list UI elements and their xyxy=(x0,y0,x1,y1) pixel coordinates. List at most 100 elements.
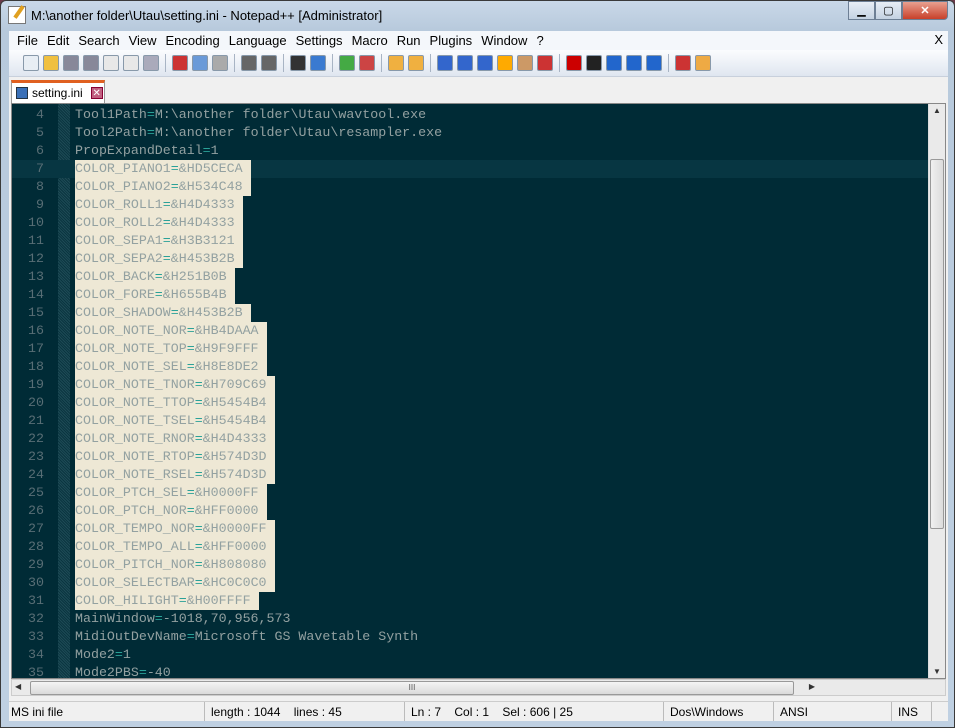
menu-bar: File Edit Search View Encoding Language Settin… xyxy=(9,31,948,50)
indent-guide-icon[interactable] xyxy=(477,55,493,71)
horizontal-scrollbar[interactable]: ◀ III ▶ xyxy=(11,679,946,696)
line-text: COLOR_PIANO2=&H534C48 xyxy=(75,178,251,196)
menu-plugins[interactable]: Plugins xyxy=(430,33,473,48)
editor-line[interactable]: 27 COLOR_TEMPO_NOR=&H0000FF xyxy=(12,520,945,538)
editor-line[interactable]: 29 COLOR_PITCH_NOR=&H808080 xyxy=(12,556,945,574)
menu-language[interactable]: Language xyxy=(229,33,287,48)
zoom-out-icon[interactable] xyxy=(359,55,375,71)
scroll-down-arrow-icon[interactable]: ▼ xyxy=(933,667,941,676)
editor-line[interactable]: 18 COLOR_NOTE_SEL=&H8E8DE2 xyxy=(12,358,945,376)
maximize-button[interactable]: ▢ xyxy=(875,1,902,20)
find-icon[interactable] xyxy=(290,55,306,71)
editor-line[interactable]: 4 Tool1Path=M:\another folder\Utau\wavtoo… xyxy=(12,106,945,124)
editor-line[interactable]: 20 COLOR_NOTE_TTOP=&H5454B4 xyxy=(12,394,945,412)
horizontal-scroll-thumb[interactable]: III xyxy=(30,681,794,695)
menu-window[interactable]: Window xyxy=(481,33,527,48)
line-text: COLOR_NOTE_SEL=&H8E8DE2 xyxy=(75,358,267,376)
play-macro-icon[interactable] xyxy=(606,55,622,71)
save-icon[interactable] xyxy=(63,55,79,71)
cut-icon[interactable] xyxy=(172,55,188,71)
scroll-right-arrow-icon[interactable]: ▶ xyxy=(809,682,815,691)
editor-line[interactable]: 24 COLOR_NOTE_RSEL=&H574D3D xyxy=(12,466,945,484)
editor-line[interactable]: 21 COLOR_NOTE_TSEL=&H5454B4 xyxy=(12,412,945,430)
menu-settings[interactable]: Settings xyxy=(296,33,343,48)
word-wrap-icon[interactable] xyxy=(437,55,453,71)
minimize-button[interactable]: ▁ xyxy=(848,1,875,20)
save-all-icon[interactable] xyxy=(83,55,99,71)
sync-horizontal-icon[interactable] xyxy=(408,55,424,71)
function-list-icon[interactable] xyxy=(537,55,553,71)
zoom-in-icon[interactable] xyxy=(339,55,355,71)
spell-check-icon[interactable] xyxy=(675,55,691,71)
paste-icon[interactable] xyxy=(212,55,228,71)
scroll-up-arrow-icon[interactable]: ▲ xyxy=(933,106,941,115)
editor-line[interactable]: 8 COLOR_PIANO2=&H534C48 xyxy=(12,178,945,196)
editor-line[interactable]: 10 COLOR_ROLL2=&H4D4333 xyxy=(12,214,945,232)
sync-vertical-icon[interactable] xyxy=(388,55,404,71)
editor-line[interactable]: 35 Mode2PBS=-40 xyxy=(12,664,945,679)
menu-macro[interactable]: Macro xyxy=(352,33,388,48)
editor-line[interactable]: 16 COLOR_NOTE_NOR=&HB4DAAA xyxy=(12,322,945,340)
user-lang-icon[interactable] xyxy=(497,55,513,71)
editor-line[interactable]: 6 PropExpandDetail=1 xyxy=(12,142,945,160)
editor-line[interactable]: 14 COLOR_FORE=&H655B4B xyxy=(12,286,945,304)
editor-line[interactable]: 17 COLOR_NOTE_TOP=&H9F9FFF xyxy=(12,340,945,358)
redo-icon[interactable] xyxy=(261,55,277,71)
menu-run[interactable]: Run xyxy=(397,33,421,48)
save-macro-icon[interactable] xyxy=(646,55,662,71)
scroll-left-arrow-icon[interactable]: ◀ xyxy=(15,682,21,691)
show-all-chars-icon[interactable] xyxy=(457,55,473,71)
equals-operator: = xyxy=(178,593,187,608)
editor-line[interactable]: 11 COLOR_SEPA1=&H3B3121 xyxy=(12,232,945,250)
run-macro-multiple-icon[interactable] xyxy=(626,55,642,71)
menu-encoding[interactable]: Encoding xyxy=(166,33,220,48)
abc-options-icon[interactable] xyxy=(695,55,711,71)
open-icon[interactable] xyxy=(43,55,59,71)
editor-line[interactable]: 25 COLOR_PTCH_SEL=&H0000FF xyxy=(12,484,945,502)
menu-search[interactable]: Search xyxy=(78,33,119,48)
close-button[interactable]: ✕ xyxy=(902,1,948,20)
tab-setting-ini[interactable]: setting.ini ✕ xyxy=(11,80,105,103)
editor-line[interactable]: 28 COLOR_TEMPO_ALL=&HFF0000 xyxy=(12,538,945,556)
close-icon[interactable] xyxy=(103,55,119,71)
ini-key: COLOR_SHADOW xyxy=(75,305,171,320)
menu-file[interactable]: File xyxy=(17,33,38,48)
undo-icon[interactable] xyxy=(241,55,257,71)
editor-line[interactable]: 23 COLOR_NOTE_RTOP=&H574D3D xyxy=(12,448,945,466)
new-file-icon[interactable] xyxy=(23,55,39,71)
editor-line[interactable]: 22 COLOR_NOTE_RNOR=&H4D4333 xyxy=(12,430,945,448)
editor-line[interactable]: 9 COLOR_ROLL1=&H4D4333 xyxy=(12,196,945,214)
editor-line[interactable]: 26 COLOR_PTCH_NOR=&HFF0000 xyxy=(12,502,945,520)
line-number: 35 xyxy=(28,665,44,679)
text-editor[interactable]: 4 Tool1Path=M:\another folder\Utau\wavtoo… xyxy=(11,103,946,679)
vertical-scroll-thumb[interactable] xyxy=(930,159,944,529)
copy-icon[interactable] xyxy=(192,55,208,71)
editor-line[interactable]: 30 COLOR_SELECTBAR=&HC0C0C0 xyxy=(12,574,945,592)
stop-record-icon[interactable] xyxy=(586,55,602,71)
editor-line[interactable]: 32 MainWindow=-1018,70,956,573 xyxy=(12,610,945,628)
menu-view[interactable]: View xyxy=(129,33,157,48)
menu-help[interactable]: ? xyxy=(536,33,543,48)
editor-line[interactable]: 15 COLOR_SHADOW=&H453B2B xyxy=(12,304,945,322)
tab-close-icon[interactable]: ✕ xyxy=(90,87,103,99)
editor-line[interactable]: 34 Mode2=1 xyxy=(12,646,945,664)
toolbar xyxy=(9,50,948,77)
replace-icon[interactable] xyxy=(310,55,326,71)
doc-map-icon[interactable] xyxy=(517,55,533,71)
editor-line[interactable]: 5 Tool2Path=M:\another folder\Utau\resamp… xyxy=(12,124,945,142)
close-all-icon[interactable] xyxy=(123,55,139,71)
editor-line[interactable]: 12 COLOR_SEPA2=&H453B2B xyxy=(12,250,945,268)
line-text: Tool2Path=M:\another folder\Utau\resampl… xyxy=(75,124,442,142)
print-icon[interactable] xyxy=(143,55,159,71)
close-document-button[interactable]: X xyxy=(934,32,943,47)
ini-value: &H0000FF xyxy=(202,521,267,536)
editor-line[interactable]: 19 COLOR_NOTE_TNOR=&H709C69 xyxy=(12,376,945,394)
record-macro-icon[interactable] xyxy=(566,55,582,71)
editor-line[interactable]: 31 COLOR_HILIGHT=&H00FFFF xyxy=(12,592,945,610)
editor-line[interactable]: 7 COLOR_PIANO1=&HD5CECA xyxy=(12,160,945,178)
vertical-scrollbar[interactable]: ▲ ▼ xyxy=(928,104,945,678)
menu-edit[interactable]: Edit xyxy=(47,33,69,48)
line-text: COLOR_NOTE_RNOR=&H4D4333 xyxy=(75,430,275,448)
editor-line[interactable]: 33 MidiOutDevName=Microsoft GS Wavetable … xyxy=(12,628,945,646)
editor-line[interactable]: 13 COLOR_BACK=&H251B0B xyxy=(12,268,945,286)
